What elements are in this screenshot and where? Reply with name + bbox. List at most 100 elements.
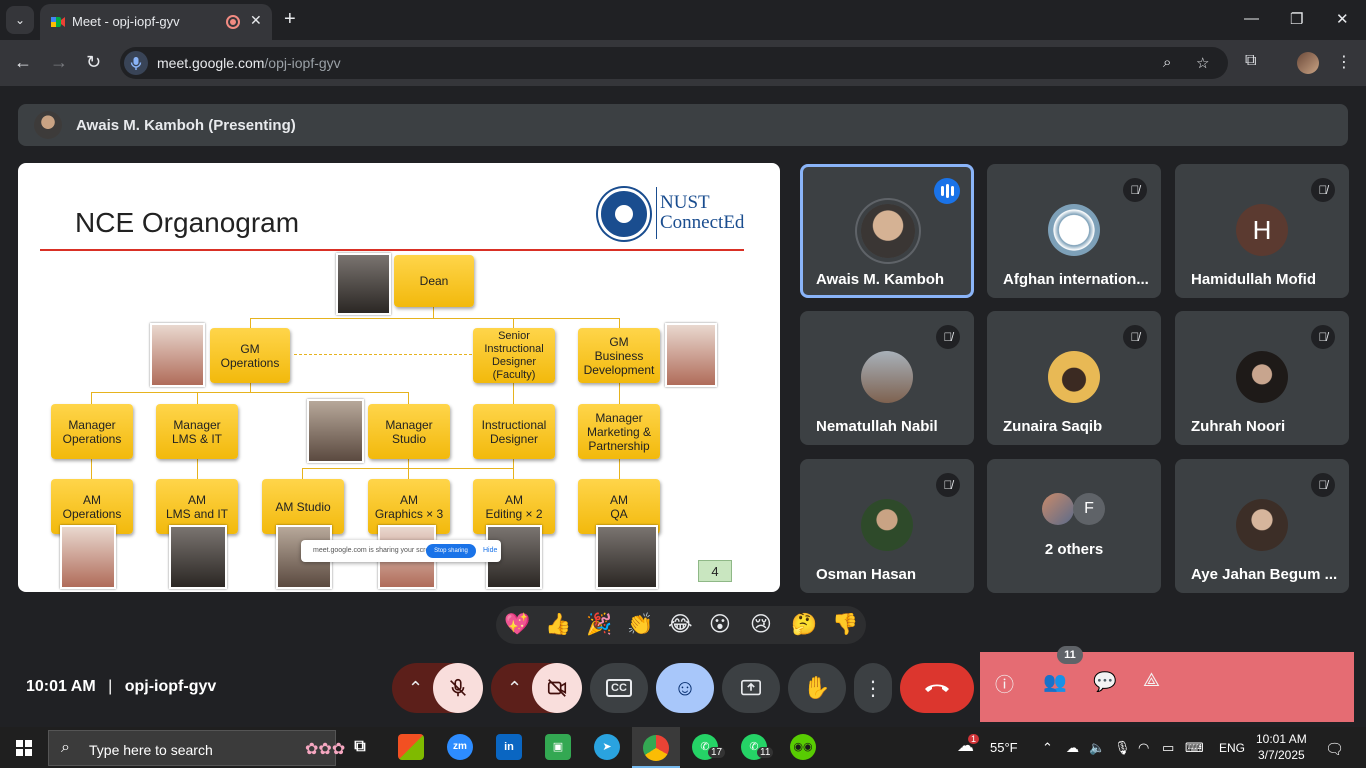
reactions-button[interactable]: ☺ (656, 663, 714, 713)
camera-off-icon (547, 679, 567, 697)
shared-screen-slide[interactable]: NCE Organogram NUST ConnectEd Dean GM Op… (18, 163, 780, 592)
recording-icon (226, 15, 240, 29)
reaction-tears-of-joy[interactable]: 😂 (668, 612, 693, 638)
more-vert-icon: ⋮ (863, 677, 883, 700)
language-indicator[interactable]: ENG (1219, 741, 1245, 755)
reaction-thumbs-up[interactable]: 👍 (545, 612, 571, 638)
participant-tile[interactable]: Awais M. Kamboh (800, 164, 974, 298)
browser-tab-meet[interactable]: Meet - opj-iopf-gyv ✕ (40, 4, 272, 40)
task-view-icon[interactable]: ⧉ (347, 734, 373, 760)
mic-off-icon: 🎙̸ (936, 325, 960, 349)
notifications-icon[interactable]: 🗨 (1325, 740, 1344, 758)
back-icon[interactable]: ← (14, 52, 32, 73)
volume-icon[interactable]: 🔈 (1089, 740, 1105, 756)
battery-icon[interactable]: ▭ (1162, 740, 1174, 756)
raise-hand-button[interactable]: ✋ (788, 663, 846, 713)
slide-title: NCE Organogram (75, 207, 300, 238)
meeting-time: 10:01 AM (26, 678, 96, 695)
screen-share-notice: meet.google.com is sharing your screen. … (301, 540, 501, 562)
participant-tile[interactable]: 🎙̸ Zunaira Saqib (987, 311, 1161, 445)
participant-tile[interactable]: 🎙̸ Osman Hasan (800, 459, 974, 593)
reload-icon[interactable]: ↻ (86, 52, 101, 73)
reaction-thinking[interactable]: 🤔 (791, 612, 817, 638)
minimize-icon[interactable]: — (1244, 10, 1259, 27)
org-box-gm-operations: GM Operations (210, 328, 290, 383)
tab-close-icon[interactable]: ✕ (250, 12, 262, 29)
window-close-icon[interactable]: ✕ (1336, 10, 1349, 28)
onedrive-icon[interactable]: ☁ (1066, 740, 1079, 756)
system-clock[interactable]: 10:01 AM 3/7/2025 (1256, 731, 1307, 763)
connector-line (197, 392, 198, 404)
chrome-icon (643, 735, 669, 761)
bookmark-star-icon[interactable]: ☆ (1196, 54, 1209, 72)
cherry-blossom-icon: ✿✿✿ (305, 741, 346, 758)
reaction-clapping[interactable]: 👏 (627, 612, 653, 638)
taskbar-search-box[interactable]: ⌕ Type here to search ✿✿✿ (48, 730, 345, 766)
participant-tile-others[interactable]: F 2 others (987, 459, 1161, 593)
chat-icon[interactable]: 💬 (1093, 670, 1117, 694)
meeting-details-info-icon[interactable]: ⓘ (995, 670, 1014, 697)
reaction-sparkling-heart[interactable]: 💖 (504, 612, 530, 638)
org-box-gm-business-development: GM Business Development (578, 328, 660, 383)
new-tab-icon[interactable]: + (284, 8, 296, 31)
reaction-crying[interactable]: 😢 (750, 612, 772, 638)
participant-tile[interactable]: 🎙̸ Afghan internation... (987, 164, 1161, 298)
address-bar[interactable]: meet.google.com/opj-iopf-gyv ⌕ ☆ (120, 47, 1228, 79)
telegram-icon[interactable]: ➤ (594, 734, 620, 760)
present-screen-button[interactable] (722, 663, 780, 713)
camera-toggle-button[interactable] (532, 663, 582, 713)
browser-menu-icon[interactable]: ⋮ (1336, 52, 1352, 72)
linkedin-icon[interactable]: in (496, 734, 522, 760)
google-classroom-icon[interactable]: ▣ (545, 734, 571, 760)
chrome-taskbar-active[interactable] (632, 727, 680, 768)
reaction-thumbs-down[interactable]: 👎 (832, 612, 858, 638)
reaction-party-popper[interactable]: 🎉 (586, 612, 612, 638)
participant-tile[interactable]: 🎙̸ Nematullah Nabil (800, 311, 974, 445)
forward-icon[interactable]: → (50, 52, 68, 73)
participant-tile[interactable]: 🎙̸ Aye Jahan Begum ... (1175, 459, 1349, 593)
whatsapp-badge: 17 (708, 747, 726, 758)
microsoft-store-icon[interactable] (398, 734, 424, 760)
connector-line (619, 459, 620, 479)
activities-icon[interactable]: ⟁ (1143, 670, 1160, 692)
participant-avatar (861, 499, 913, 551)
hide-notice-button[interactable]: Hide (483, 547, 497, 554)
participant-tile[interactable]: 🎙̸ Zuhrah Noori (1175, 311, 1349, 445)
tab-title: Meet - opj-iopf-gyv (72, 14, 180, 29)
staff-photo (307, 399, 364, 463)
people-icon[interactable]: 👥 (1043, 670, 1067, 694)
more-options-button[interactable]: ⋮ (854, 663, 892, 713)
zoom-icon[interactable]: ⌕ (1163, 54, 1171, 71)
staff-photo (665, 323, 717, 387)
captions-button[interactable]: CC (590, 663, 648, 713)
tab-search-chevron-icon[interactable]: ⌄ (6, 6, 34, 34)
participant-name: Aye Jahan Begum ... (1191, 566, 1338, 583)
connector-line (408, 392, 409, 404)
extensions-puzzle-icon[interactable]: ⧉ (1245, 52, 1256, 70)
mic-toggle-button[interactable] (433, 663, 483, 713)
participant-name: Nematullah Nabil (816, 418, 938, 435)
tray-overflow-icon[interactable]: ⌃ (1042, 740, 1053, 756)
participant-tile[interactable]: H 🎙̸ Hamidullah Mofid (1175, 164, 1349, 298)
participant-avatar (1236, 499, 1288, 551)
microphone-indicator-icon[interactable] (124, 51, 148, 75)
keyboard-icon[interactable]: ⌨ (1185, 740, 1204, 756)
wifi-icon[interactable]: ◠ (1138, 740, 1149, 756)
zoom-app-icon[interactable]: zm (447, 734, 473, 760)
staff-photo (169, 525, 227, 589)
chevron-up-icon: ⌃ (507, 677, 523, 698)
leave-call-button[interactable] (900, 663, 974, 713)
connector-line (513, 459, 514, 479)
mic-tray-icon[interactable]: 🎙 (1114, 740, 1131, 756)
weather-temp[interactable]: 55°F (990, 740, 1018, 755)
mic-off-icon: 🎙̸ (1311, 325, 1335, 349)
restore-icon[interactable]: ❐ (1290, 10, 1303, 28)
stop-sharing-button[interactable]: Stop sharing (426, 544, 476, 558)
connector-line (91, 392, 92, 404)
profile-avatar[interactable] (1297, 52, 1319, 74)
windows-start-icon[interactable] (16, 740, 32, 756)
participant-name: Hamidullah Mofid (1191, 271, 1316, 288)
duolingo-icon[interactable]: ◉◉ (790, 734, 816, 760)
connector-line (250, 318, 251, 328)
reaction-surprised[interactable]: 😮 (709, 612, 731, 638)
